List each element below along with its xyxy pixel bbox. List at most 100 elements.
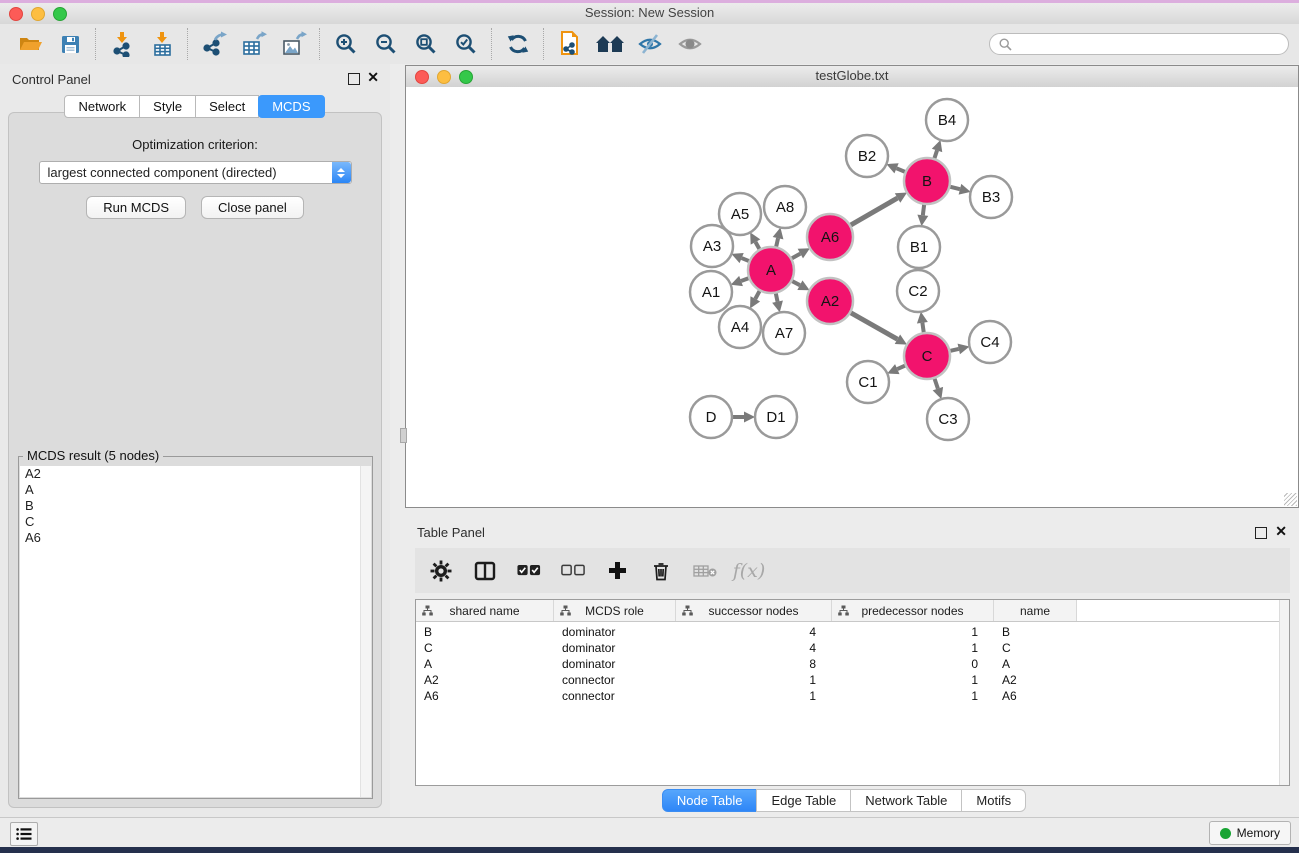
node-C4[interactable]: C4 — [969, 321, 1011, 363]
window-title: Session: New Session — [0, 3, 1299, 22]
table-row[interactable]: A6connector11A6 — [416, 688, 1289, 704]
mcds-result-item[interactable]: C — [20, 514, 371, 530]
mcds-result-item[interactable]: A2 — [20, 466, 371, 482]
result-list-scrollbar[interactable] — [360, 466, 371, 797]
criterion-dropdown[interactable]: largest connected component (directed) — [39, 161, 352, 184]
refresh-view-button[interactable] — [498, 27, 538, 61]
add-row-button[interactable] — [605, 559, 629, 583]
node-B2[interactable]: B2 — [846, 135, 888, 177]
mcds-result-list[interactable]: A2ABCA6 — [20, 466, 371, 797]
column-header-successor-nodes[interactable]: successor nodes — [676, 600, 832, 621]
table-row[interactable]: Bdominator41B — [416, 624, 1289, 640]
table-row[interactable]: A2connector11A2 — [416, 672, 1289, 688]
save-session-button[interactable] — [50, 27, 90, 61]
table-row[interactable]: Adominator80A — [416, 656, 1289, 672]
tab-node-table[interactable]: Node Table — [662, 789, 758, 812]
memory-button[interactable]: Memory — [1209, 821, 1291, 845]
zoom-fit-button[interactable] — [406, 27, 446, 61]
node-C2[interactable]: C2 — [897, 270, 939, 312]
show-selected-button[interactable] — [670, 27, 710, 61]
node-A4[interactable]: A4 — [719, 306, 761, 348]
import-network-button[interactable] — [102, 27, 142, 61]
task-history-button[interactable] — [10, 822, 38, 846]
table-cell: dominator — [554, 657, 676, 671]
tab-motifs[interactable]: Motifs — [961, 789, 1026, 812]
zoom-selected-button[interactable] — [446, 27, 486, 61]
tab-network-table[interactable]: Network Table — [850, 789, 962, 812]
mcds-result-item[interactable]: B — [20, 498, 371, 514]
column-header-predecessor-nodes[interactable]: predecessor nodes — [832, 600, 994, 621]
node-B[interactable]: B — [904, 158, 950, 204]
float-panel-icon[interactable] — [348, 73, 360, 85]
open-session-button[interactable] — [10, 27, 50, 61]
table-row[interactable]: Cdominator41C — [416, 640, 1289, 656]
hide-selected-button[interactable] — [630, 27, 670, 61]
table-close-panel-icon[interactable]: ✕ — [1275, 523, 1287, 539]
node-A5[interactable]: A5 — [719, 193, 761, 235]
zoom-out-button[interactable] — [366, 27, 406, 61]
tab-select[interactable]: Select — [195, 95, 259, 118]
network-zoom-button[interactable] — [459, 70, 473, 84]
import-table-button[interactable] — [142, 27, 182, 61]
resize-grip-icon[interactable] — [1284, 493, 1297, 506]
network-close-button[interactable] — [415, 70, 429, 84]
column-header-name[interactable]: name — [994, 600, 1077, 621]
node-B4[interactable]: B4 — [926, 99, 968, 141]
table-cell: 4 — [676, 641, 832, 655]
tab-edge-table[interactable]: Edge Table — [756, 789, 851, 812]
close-panel-button[interactable]: Close panel — [201, 196, 304, 219]
zoom-in-button[interactable] — [326, 27, 366, 61]
select-all-button[interactable] — [517, 559, 541, 583]
search-input[interactable] — [1018, 36, 1279, 53]
zoom-window-button[interactable] — [53, 7, 67, 21]
minimize-window-button[interactable] — [31, 7, 45, 21]
node-A1[interactable]: A1 — [690, 271, 732, 313]
table-settings-button[interactable] — [429, 559, 453, 583]
close-panel-icon[interactable]: ✕ — [367, 69, 379, 85]
export-table-button[interactable] — [234, 27, 274, 61]
show-column-button[interactable] — [473, 559, 497, 583]
show-all-networks-button[interactable] — [590, 27, 630, 61]
node-C1[interactable]: C1 — [847, 361, 889, 403]
network-minimize-button[interactable] — [437, 70, 451, 84]
import-network-icon — [110, 31, 134, 57]
column-header-MCDS-role[interactable]: MCDS role — [554, 600, 676, 621]
tab-mcds[interactable]: MCDS — [258, 95, 324, 118]
export-image-button[interactable] — [274, 27, 314, 61]
node-table[interactable]: shared nameMCDS rolesuccessor nodesprede… — [415, 599, 1290, 786]
network-graph[interactable]: AA1A2A3A4A5A6A7A8BB1B2B3B4CC1C2C3C4DD1 — [406, 87, 1298, 507]
run-mcds-button[interactable]: Run MCDS — [86, 196, 186, 219]
column-header-shared-name[interactable]: shared name — [416, 600, 554, 621]
node-A8[interactable]: A8 — [764, 186, 806, 228]
network-window-titlebar[interactable]: testGlobe.txt — [406, 66, 1298, 88]
node-D1[interactable]: D1 — [755, 396, 797, 438]
mcds-result-item[interactable]: A — [20, 482, 371, 498]
search-field[interactable] — [989, 33, 1289, 55]
node-A6[interactable]: A6 — [807, 214, 853, 260]
node-B1[interactable]: B1 — [898, 226, 940, 268]
node-D[interactable]: D — [690, 396, 732, 438]
mcds-result-item[interactable]: A6 — [20, 530, 371, 546]
delete-table-button[interactable] — [693, 559, 717, 583]
tab-network[interactable]: Network — [64, 95, 140, 118]
control-panel: Control Panel ✕ NetworkStyleSelectMCDS O… — [0, 64, 390, 818]
deselect-all-button[interactable] — [561, 559, 585, 583]
node-C[interactable]: C — [904, 333, 950, 379]
export-network-button[interactable] — [194, 27, 234, 61]
desktop-background-strip — [0, 847, 1299, 853]
delete-row-button[interactable] — [649, 559, 673, 583]
node-C3[interactable]: C3 — [927, 398, 969, 440]
split-divider-handle-left[interactable] — [400, 428, 407, 443]
function-builder-button[interactable]: f(x) — [737, 559, 761, 583]
new-network-from-selection-button[interactable] — [550, 27, 590, 61]
close-window-button[interactable] — [9, 7, 23, 21]
network-canvas[interactable]: AA1A2A3A4A5A6A7A8BB1B2B3B4CC1C2C3C4DD1 — [406, 87, 1298, 507]
tab-style[interactable]: Style — [139, 95, 196, 118]
table-float-panel-icon[interactable] — [1255, 527, 1267, 539]
node-A[interactable]: A — [748, 247, 794, 293]
node-B3[interactable]: B3 — [970, 176, 1012, 218]
node-A2[interactable]: A2 — [807, 278, 853, 324]
table-panel: Table Panel ✕ f(x) shared nameMCDS roles… — [390, 508, 1299, 818]
table-scrollbar[interactable] — [1279, 600, 1289, 785]
node-A7[interactable]: A7 — [763, 312, 805, 354]
